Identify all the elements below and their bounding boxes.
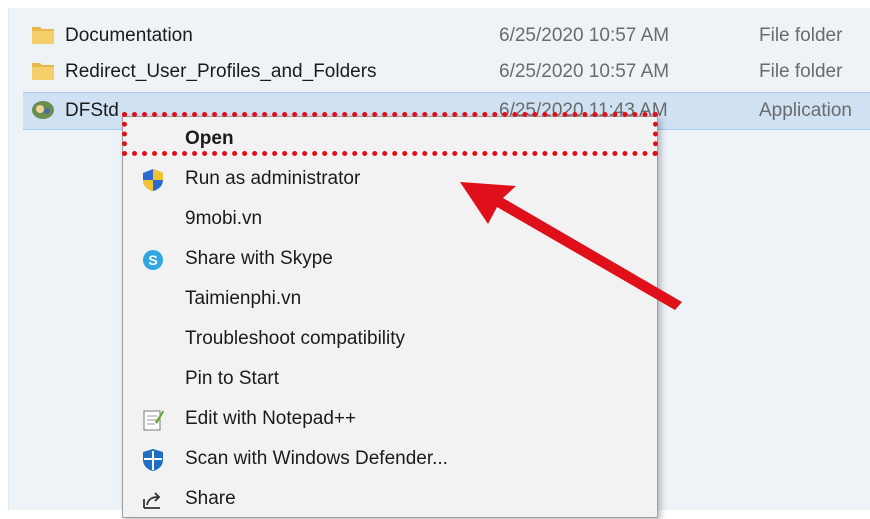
pointer-arrow-annotation xyxy=(460,182,682,310)
